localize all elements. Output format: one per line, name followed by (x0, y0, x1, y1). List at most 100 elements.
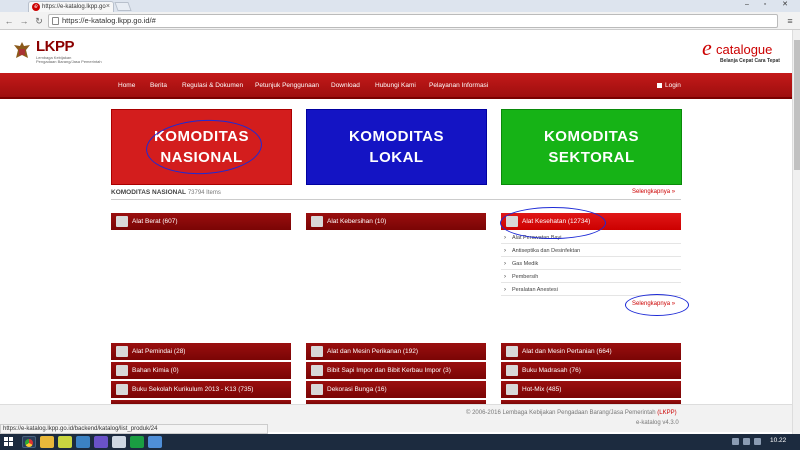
back-icon[interactable]: ← (3, 15, 15, 27)
lock-icon (52, 17, 59, 25)
category-alat-kesehatan[interactable]: Alat Kesehatan (12734) (501, 213, 681, 230)
nav-download[interactable]: Download (331, 73, 360, 99)
category-alat-kebersihan[interactable]: Alat Kebersihan (10) (306, 213, 486, 230)
close-window-icon[interactable]: ✕ (778, 0, 792, 10)
nav-petunjuk[interactable]: Petunjuk Penggunaan (255, 73, 319, 99)
book-icon (506, 365, 518, 376)
lock-icon (657, 82, 662, 88)
app-icon[interactable] (76, 436, 90, 448)
scrollbar-thumb[interactable] (794, 40, 800, 170)
category-bar[interactable]: Alat Pemindai (28) (111, 343, 291, 360)
address-bar: ← → ↻ https://e-katalog.lkpp.go.id/# ≡ (0, 12, 800, 30)
subcategory-item[interactable]: › Gas Medik (501, 258, 681, 270)
chemistry-icon (116, 365, 128, 376)
category-label: Hot-Mix (485) (522, 386, 562, 393)
komoditas-sektoral-button[interactable]: KOMODITAS SEKTORAL (501, 109, 682, 185)
category-bar[interactable]: Bahan Kimia (0) (111, 362, 291, 379)
category-bar[interactable]: Buku Sekolah Kurikulum 2013 - K13 (735) (111, 381, 291, 398)
url-input[interactable]: https://e-katalog.lkpp.go.id/# (48, 14, 778, 28)
new-tab-button[interactable] (114, 2, 132, 11)
category-label: Alat dan Mesin Perikanan (192) (327, 348, 419, 355)
divider (111, 199, 681, 200)
ecatalogue-favicon-icon: e (32, 3, 40, 11)
lkpp-logo[interactable]: LKPP (36, 38, 75, 55)
forward-icon[interactable]: → (18, 15, 30, 27)
excel-icon[interactable] (130, 436, 144, 448)
category-bar[interactable]: Alat dan Mesin Pertanian (664) (501, 343, 681, 360)
category-label: Alat Pemindai (28) (132, 348, 186, 355)
category-label: Buku Sekolah Kurikulum 2013 - K13 (735) (132, 386, 254, 393)
app-icon[interactable] (112, 436, 126, 448)
subcategory-item[interactable]: › Pembersih (501, 271, 681, 283)
windows-start-icon[interactable] (4, 437, 14, 447)
category-label: Buku Madrasah (76) (522, 367, 581, 374)
subcategory-item[interactable]: › Peralatan Anestesi (501, 284, 681, 296)
chevron-right-icon: › (504, 287, 506, 293)
scanner-icon (116, 346, 128, 357)
cattle-icon (311, 365, 323, 376)
nav-pelayanan[interactable]: Pelayanan Informasi (429, 73, 488, 99)
category-line2: SEKTORAL (548, 149, 635, 166)
subcategory-label: Alat Perawatan Bayi (512, 235, 562, 241)
subcategory-label: Peralatan Anestesi (512, 287, 558, 293)
subcategory-item[interactable]: › Antiseptika dan Desinfektan (501, 245, 681, 257)
komoditas-title: KOMODITAS NASIONAL (111, 189, 186, 196)
category-line2: NASIONAL (160, 149, 243, 166)
main-nav: Home Berita Regulasi & Dokumen Petunjuk … (0, 73, 792, 99)
category-bar[interactable]: Alat dan Mesin Perikanan (192) (306, 343, 486, 360)
ecatalogue-logo-e: e (702, 35, 712, 60)
reload-icon[interactable]: ↻ (33, 15, 45, 27)
footer-version: e-katalog v4.3.0 (636, 420, 679, 426)
nav-home[interactable]: Home (118, 73, 135, 99)
fishing-icon (311, 346, 323, 357)
browser-menu-icon[interactable]: ≡ (784, 15, 796, 27)
app-icon[interactable] (148, 436, 162, 448)
category-alat-berat[interactable]: Alat Berat (607) (111, 213, 291, 230)
flower-icon (311, 384, 323, 395)
ecatalogue-tagline: Belanja Cepat Cara Tepat (720, 58, 780, 64)
komoditas-heading: KOMODITAS NASIONAL 73794 Items (111, 189, 221, 196)
komoditas-lokal-button[interactable]: KOMODITAS LOKAL (306, 109, 487, 185)
excavator-icon (116, 216, 128, 227)
clock[interactable]: 10.22 (770, 437, 786, 444)
komoditas-nasional-button[interactable]: KOMODITAS NASIONAL (111, 109, 292, 185)
scrollbar[interactable] (792, 30, 800, 434)
category-label: Dekorasi Bunga (16) (327, 386, 387, 393)
roller-icon (506, 384, 518, 395)
medical-icon (506, 216, 518, 227)
chrome-taskbar-icon[interactable] (22, 436, 36, 448)
login-link[interactable]: Login (657, 73, 681, 99)
app-icon[interactable] (58, 436, 72, 448)
flag-icon[interactable] (754, 438, 761, 445)
category-line1: KOMODITAS (348, 128, 445, 145)
category-line2: LOKAL (369, 149, 424, 166)
nav-hubungi[interactable]: Hubungi Kami (375, 73, 416, 99)
category-bar[interactable]: Dekorasi Bunga (16) (306, 381, 486, 398)
lkpp-link[interactable]: (LKPP) (657, 410, 676, 416)
nav-berita[interactable]: Berita (150, 73, 167, 99)
cleaning-icon (311, 216, 323, 227)
file-explorer-icon[interactable] (40, 436, 54, 448)
category-label: Bahan Kimia (0) (132, 367, 179, 374)
nav-regulasi[interactable]: Regulasi & Dokumen (182, 73, 243, 99)
maximize-icon[interactable]: ▫ (758, 0, 772, 10)
category-bar[interactable]: Bibit Sapi Impor dan Bibit Kerbau Impor … (306, 362, 486, 379)
selengkapnya-link[interactable]: Selengkapnya » (632, 189, 675, 195)
app-icon[interactable] (94, 436, 108, 448)
close-tab-icon[interactable]: × (106, 2, 110, 12)
category-line1: KOMODITAS (153, 128, 250, 145)
garuda-emblem-icon (14, 42, 30, 58)
ecatalogue-logo[interactable]: catalogue (716, 42, 772, 57)
category-label: Alat dan Mesin Pertanian (664) (522, 348, 612, 355)
browser-tab[interactable]: e https://e-katalog.lkpp.go × (28, 1, 114, 12)
subcategory-selengkapnya-link[interactable]: Selengkapnya » (632, 301, 675, 307)
network-icon[interactable] (732, 438, 739, 445)
minimize-icon[interactable]: – (740, 0, 754, 10)
tractor-icon (506, 346, 518, 357)
category-line1: KOMODITAS (543, 128, 640, 145)
subcategory-item[interactable]: › Alat Perawatan Bayi (501, 232, 681, 244)
category-label: Alat Berat (607) (132, 218, 178, 225)
volume-icon[interactable] (743, 438, 750, 445)
category-bar[interactable]: Hot-Mix (485) (501, 381, 681, 398)
category-bar[interactable]: Buku Madrasah (76) (501, 362, 681, 379)
